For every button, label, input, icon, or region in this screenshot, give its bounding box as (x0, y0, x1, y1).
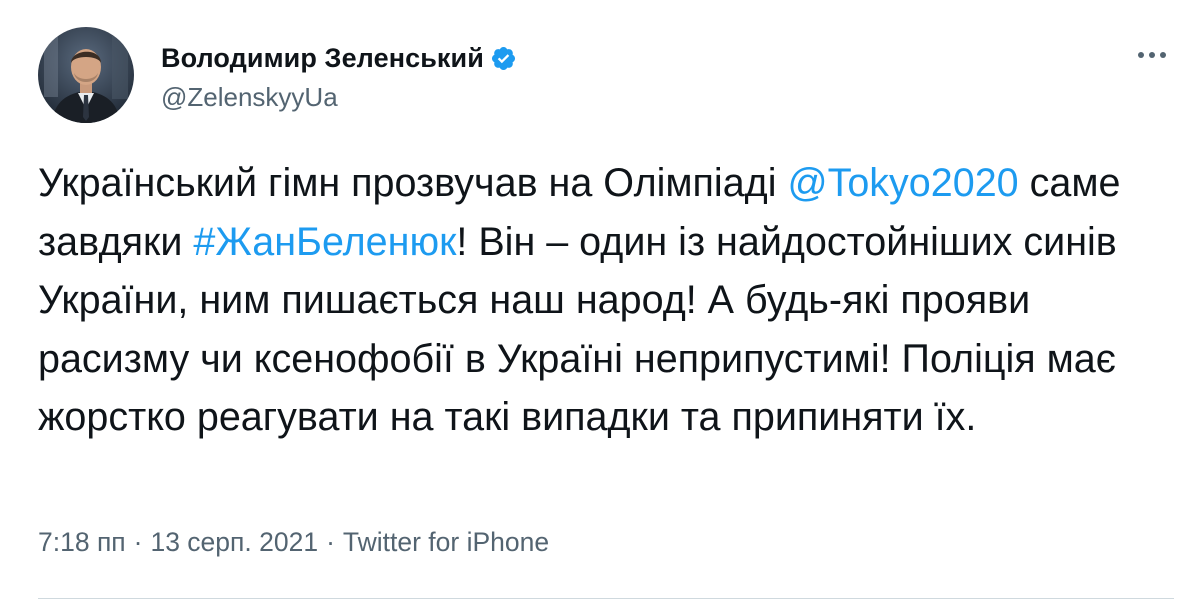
more-options-button[interactable] (1132, 40, 1172, 70)
more-options-icon (1138, 52, 1166, 58)
tweet-text: Український гімн прозвучав на Олімпіаді … (38, 154, 1173, 447)
author-info: Володимир Зеленський @ZelenskyyUa (161, 40, 517, 113)
profile-photo-icon (38, 27, 134, 123)
author-display-name[interactable]: Володимир Зеленський (161, 43, 484, 74)
tweet-source-link[interactable]: Twitter for iPhone (343, 527, 549, 558)
divider (38, 598, 1174, 599)
tweet-header: Володимир Зеленський @ZelenskyyUa (38, 27, 517, 123)
avatar[interactable] (38, 27, 134, 123)
tweet-time[interactable]: 7:18 пп (38, 527, 126, 558)
tweet-date[interactable]: 13 серп. 2021 (150, 527, 318, 558)
hashtag-link[interactable]: #ЖанБеленюк (193, 220, 456, 264)
meta-separator: · (133, 527, 143, 557)
name-row: Володимир Зеленський (161, 40, 517, 76)
meta-separator: · (326, 527, 335, 557)
author-handle[interactable]: @ZelenskyyUa (161, 82, 517, 113)
tweet-metadata: 7:18 пп · 13 серп. 2021 · Twitter for iP… (38, 527, 549, 558)
tweet-text-part-1: Український гімн прозвучав на Олімпіаді (38, 161, 788, 205)
mention-link[interactable]: @Tokyo2020 (787, 161, 1018, 205)
tweet-card: Володимир Зеленський @ZelenskyyUa Україн… (0, 0, 1202, 608)
verified-badge-icon (490, 45, 517, 72)
